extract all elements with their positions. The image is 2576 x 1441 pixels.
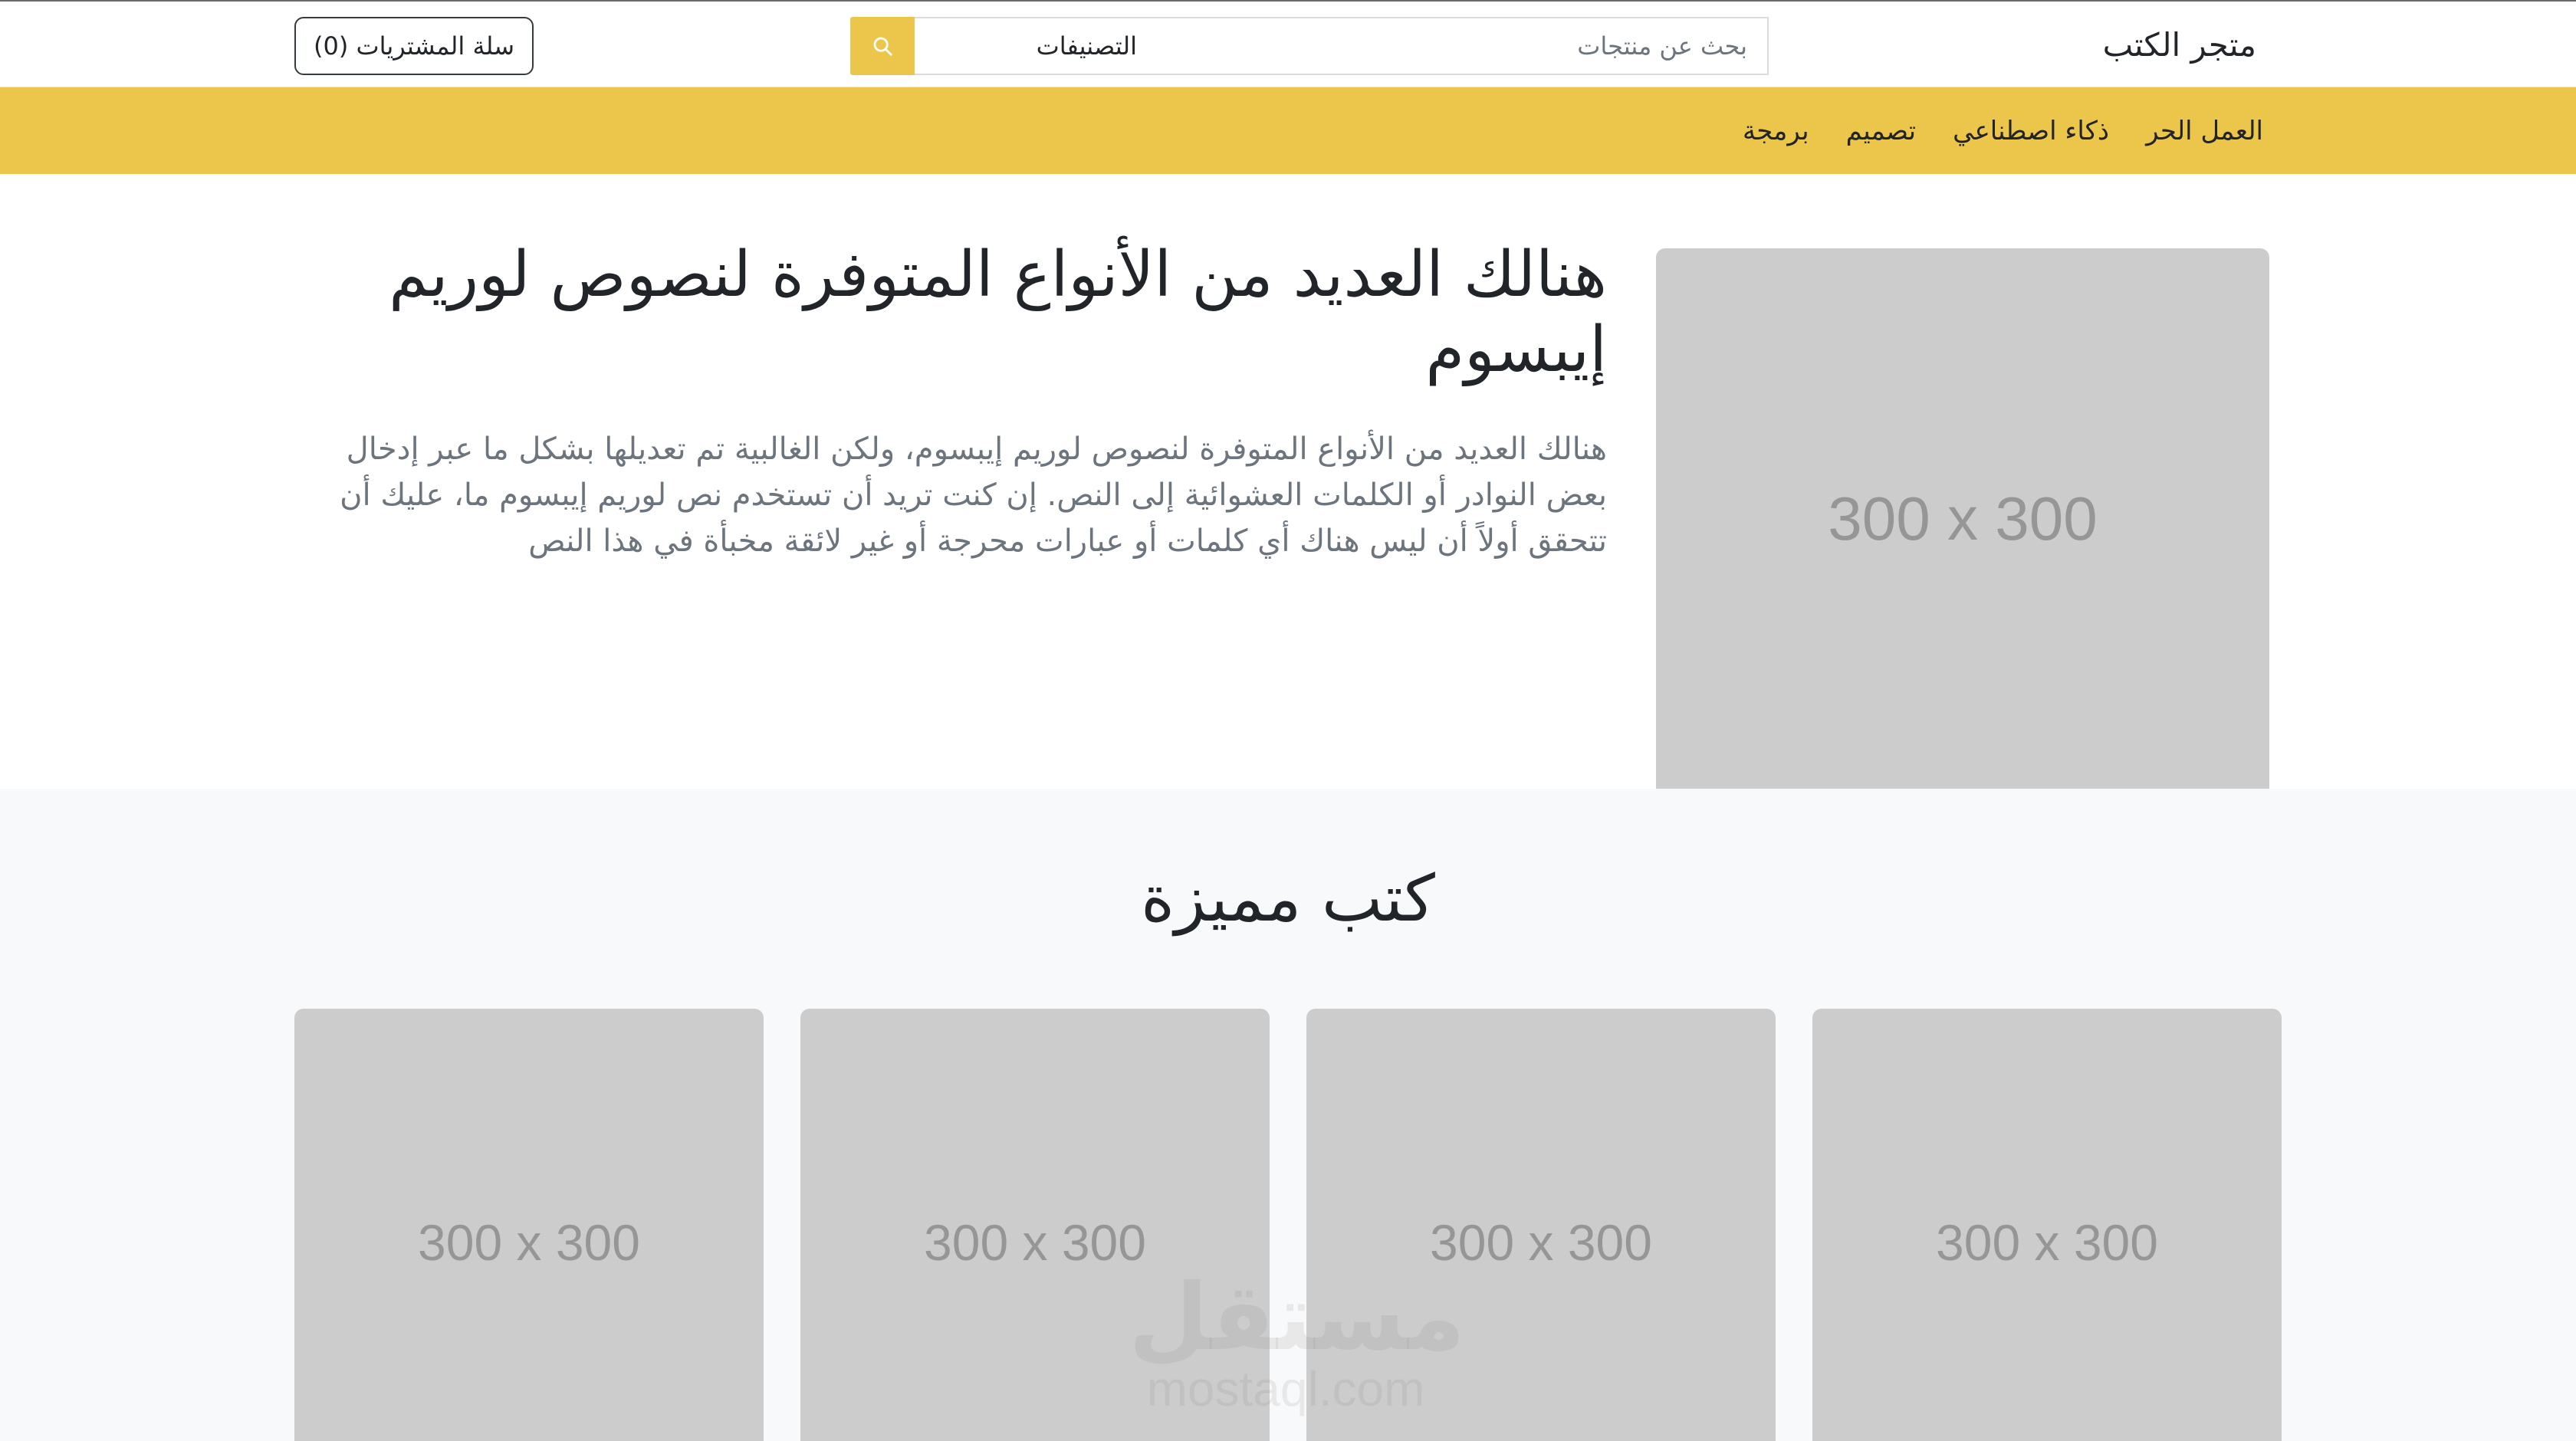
book-image-label: 300 x 300	[1936, 1214, 2158, 1271]
book-image-label: 300 x 300	[924, 1214, 1146, 1271]
book-card[interactable]: 300 x 300	[800, 1009, 1270, 1441]
book-card[interactable]: 300 x 300	[1812, 1009, 2282, 1441]
featured-books-title: كتب مميزة	[1141, 861, 1435, 936]
hero-image-label: 300 x 300	[1828, 484, 2098, 553]
book-image-label: 300 x 300	[418, 1214, 640, 1271]
nav-item-ai[interactable]: ذكاء اصطناعي	[1953, 116, 2109, 146]
nav-item-design[interactable]: تصميم	[1846, 116, 1917, 146]
search-input[interactable]	[1154, 17, 1769, 75]
hero-description: هنالك العديد من الأنواع المتوفرة لنصوص ل…	[340, 432, 1607, 559]
featured-books-section: كتب مميزة 300 x 300 300 x 300 300 x 300 …	[0, 789, 2576, 1441]
nav-item-freelance[interactable]: العمل الحر	[2146, 116, 2263, 146]
category-dropdown-label: التصنيفات	[1036, 31, 1137, 61]
search-button[interactable]	[850, 17, 915, 75]
brand-logo[interactable]: متجر الكتب	[2103, 23, 2256, 67]
hero-image-placeholder: 300 x 300	[1656, 248, 2269, 789]
search-group: التصنيفات	[850, 17, 1769, 75]
nav-item-programming[interactable]: برمجة	[1743, 116, 1809, 146]
book-card[interactable]: 300 x 300	[1306, 1009, 1776, 1441]
category-dropdown[interactable]: التصنيفات	[915, 17, 1157, 75]
category-nav: برمجة تصميم ذكاء اصطناعي العمل الحر	[0, 87, 2576, 174]
search-icon	[873, 37, 892, 56]
top-header: متجر الكتب التصنيفات سلة المشتريات (0)	[0, 0, 2576, 87]
book-image-label: 300 x 300	[1430, 1214, 1652, 1271]
nav-items: برمجة تصميم ذكاء اصطناعي العمل الحر	[1743, 87, 2263, 174]
book-card[interactable]: 300 x 300	[294, 1009, 764, 1441]
hero-title: هنالك العديد من الأنواع المتوفرة لنصوص ل…	[389, 238, 1607, 386]
cart-button[interactable]: سلة المشتريات (0)	[294, 17, 534, 75]
